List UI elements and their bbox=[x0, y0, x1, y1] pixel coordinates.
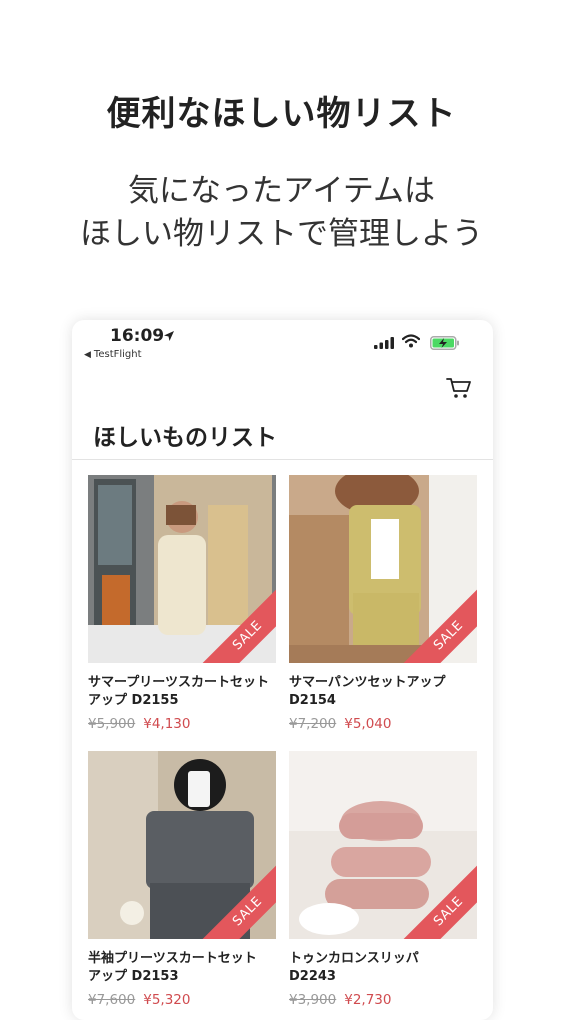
product-image[interactable]: SALE bbox=[88, 475, 276, 663]
back-to-app-link[interactable]: ◀ TestFlight bbox=[84, 349, 142, 360]
status-time: 16:09 bbox=[110, 326, 165, 346]
sale-price: ¥5,040 bbox=[344, 716, 392, 732]
original-price: ¥7,600 bbox=[88, 992, 136, 1008]
promo-subtitle-line1: 気になったアイテムは bbox=[128, 173, 435, 209]
sale-price: ¥2,730 bbox=[344, 992, 392, 1008]
product-prices: ¥7,200 ¥5,040 bbox=[289, 716, 477, 732]
product-name-line1: サマーパンツセットアップ bbox=[289, 675, 446, 690]
product-image[interactable]: SALE bbox=[289, 751, 477, 939]
product-card[interactable]: SALE サマーパンツセットアップ D2154 ¥7,200 ¥5,040 bbox=[289, 475, 477, 732]
product-card[interactable]: SALE 半袖プリーツスカートセット アップ D2153 ¥7,600 ¥5,32… bbox=[88, 751, 276, 1008]
product-name[interactable]: サマーパンツセットアップ D2154 bbox=[289, 674, 477, 710]
product-name-line1: トゥンカロンスリッパ bbox=[289, 951, 419, 966]
product-name-line2: アップ D2155 bbox=[88, 693, 179, 708]
product-prices: ¥5,900 ¥4,130 bbox=[88, 716, 276, 732]
back-app-label: TestFlight bbox=[93, 349, 142, 360]
product-prices: ¥3,900 ¥2,730 bbox=[289, 992, 477, 1008]
original-price: ¥3,900 bbox=[289, 992, 337, 1008]
product-prices: ¥7,600 ¥5,320 bbox=[88, 992, 276, 1008]
phone-screen: 16:09 ◀ TestFlight ほしいものリスト SALE サマープリーツ… bbox=[72, 320, 493, 1020]
sale-price: ¥4,130 bbox=[143, 716, 191, 732]
product-name-line1: 半袖プリーツスカートセット bbox=[88, 951, 257, 966]
cellular-signal-icon bbox=[374, 337, 394, 349]
cart-icon[interactable] bbox=[446, 376, 472, 400]
product-image[interactable]: SALE bbox=[289, 475, 477, 663]
status-bar: 16:09 ◀ TestFlight bbox=[72, 320, 493, 362]
battery-charging-icon bbox=[430, 336, 459, 350]
back-arrow-icon: ◀ bbox=[84, 350, 91, 360]
product-name[interactable]: トゥンカロンスリッパ D2243 bbox=[289, 950, 477, 986]
promo-headline: 便利なほしい物リスト bbox=[106, 94, 457, 134]
wifi-icon bbox=[402, 334, 420, 348]
product-image[interactable]: SALE bbox=[88, 751, 276, 939]
product-name-line2: D2243 bbox=[289, 969, 336, 984]
original-price: ¥7,200 bbox=[289, 716, 337, 732]
product-name-line2: アップ D2153 bbox=[88, 969, 179, 984]
sale-price: ¥5,320 bbox=[143, 992, 191, 1008]
product-name[interactable]: 半袖プリーツスカートセット アップ D2153 bbox=[88, 950, 276, 986]
page-title: ほしいものリスト bbox=[93, 425, 277, 451]
product-name[interactable]: サマープリーツスカートセット アップ D2155 bbox=[88, 674, 276, 710]
original-price: ¥5,900 bbox=[88, 716, 136, 732]
product-name-line1: サマープリーツスカートセット bbox=[88, 675, 269, 690]
header-divider bbox=[72, 459, 493, 460]
product-card[interactable]: SALE サマープリーツスカートセット アップ D2155 ¥5,900 ¥4,1… bbox=[88, 475, 276, 732]
product-name-line2: D2154 bbox=[289, 693, 336, 708]
location-arrow-icon bbox=[164, 331, 174, 341]
promo-subtitle: 気になったアイテムは ほしい物リストで管理しよう bbox=[0, 170, 563, 256]
promo-subtitle-line2: ほしい物リストで管理しよう bbox=[80, 216, 483, 252]
product-card[interactable]: SALE トゥンカロンスリッパ D2243 ¥3,900 ¥2,730 bbox=[289, 751, 477, 1008]
